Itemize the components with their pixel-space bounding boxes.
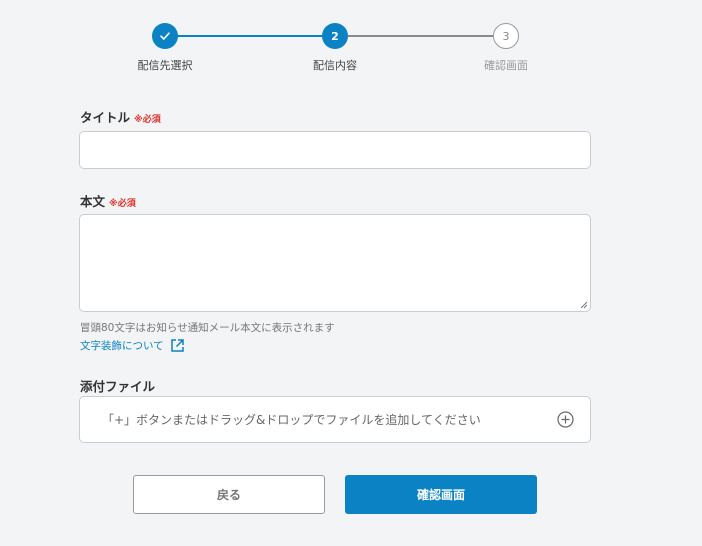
title-input[interactable] xyxy=(79,131,591,169)
attachment-dropzone[interactable]: 「+」ボタンまたはドラッグ&ドロップでファイルを追加してください xyxy=(79,396,591,443)
progress-stepper: 2 3 配信先選択 配信内容 確認画面 xyxy=(0,0,702,90)
back-button[interactable]: 戻る xyxy=(133,475,325,514)
external-link-icon xyxy=(170,339,184,352)
step-3-circle: 3 xyxy=(493,23,519,49)
step-2-number: 2 xyxy=(331,29,339,43)
plus-circle-icon[interactable] xyxy=(557,411,574,428)
title-field-label: タイトル ※必須 xyxy=(80,107,161,126)
notice-form-page: 2 3 配信先選択 配信内容 確認画面 タイトル ※必須 本文 ※必須 冒頭80… xyxy=(0,0,702,546)
step-connector-completed xyxy=(177,35,322,37)
attachment-field-label: 添付ファイル xyxy=(80,376,155,395)
confirm-button[interactable]: 確認画面 xyxy=(345,475,537,514)
step-1-label: 配信先選択 xyxy=(137,59,193,72)
step-connector-upcoming xyxy=(348,35,493,37)
text-decoration-link-label: 文字装飾について xyxy=(80,340,164,352)
body-field-label: 本文 ※必須 xyxy=(80,191,136,210)
step-2-circle: 2 xyxy=(322,23,348,49)
step-2-label: 配信内容 xyxy=(313,59,357,72)
step-1-circle xyxy=(152,23,178,49)
title-label-text: タイトル xyxy=(80,110,131,125)
step-3-number: 3 xyxy=(502,29,510,43)
body-hint-text: 冒頭80文字はお知らせ通知メール本文に表示されます xyxy=(80,322,335,334)
title-required-badge: ※必須 xyxy=(134,115,161,125)
body-textarea[interactable] xyxy=(79,214,591,312)
attachment-placeholder: 「+」ボタンまたはドラッグ&ドロップでファイルを追加してください xyxy=(102,413,481,427)
check-icon xyxy=(160,32,170,40)
attachment-label-text: 添付ファイル xyxy=(80,379,156,394)
text-decoration-link[interactable]: 文字装飾について xyxy=(80,338,185,353)
body-label-text: 本文 xyxy=(80,194,106,209)
resize-grip-icon[interactable] xyxy=(579,300,588,309)
body-required-badge: ※必須 xyxy=(109,199,136,209)
step-3-label: 確認画面 xyxy=(484,59,528,72)
